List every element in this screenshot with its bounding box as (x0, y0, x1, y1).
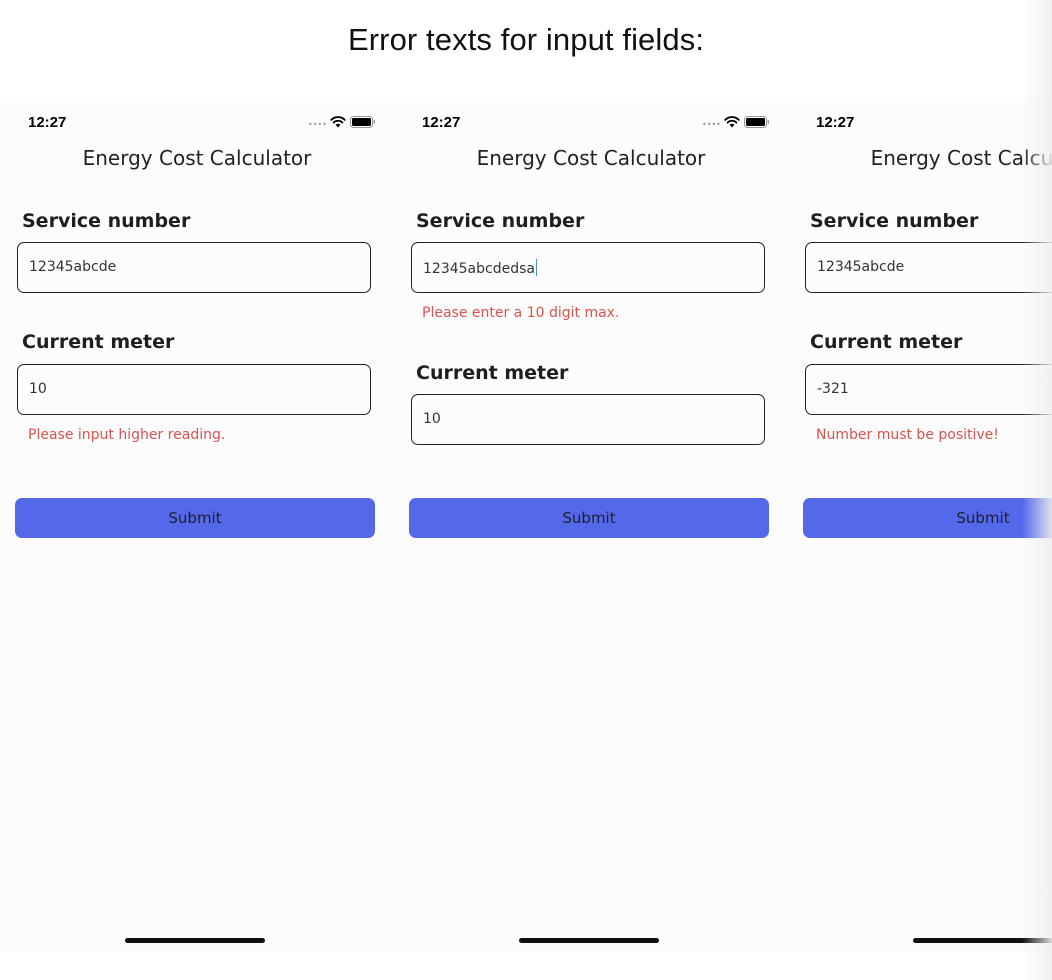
signal-dots-icon: •••• (702, 120, 721, 129)
app-title: Energy Cost Calculator (476, 146, 706, 170)
status-icons: •••• (702, 116, 772, 129)
home-indicator (519, 938, 659, 943)
current-meter-label: Current meter (810, 331, 963, 353)
service-number-value: 12345abcde (817, 259, 905, 275)
current-meter-value: 10 (423, 411, 441, 427)
submit-button[interactable]: Submit (803, 498, 1052, 538)
current-meter-value: -321 (817, 381, 849, 397)
phone-screen-3: 12:27 Energy Cost Calculator Service num… (788, 98, 1052, 952)
battery-icon (350, 116, 375, 128)
service-number-value: 12345abcdedsa (423, 259, 537, 277)
current-meter-label: Current meter (416, 362, 569, 384)
current-meter-input[interactable]: 10 (17, 364, 371, 415)
current-meter-input[interactable]: -321 (805, 364, 1052, 415)
status-icons: •••• (308, 116, 378, 129)
phone-screen-2: 12:27 •••• Energy Cost Calculator Servic… (394, 98, 788, 952)
status-time: 12:27 (28, 114, 67, 131)
service-number-input[interactable]: 12345abcde (17, 242, 371, 293)
home-indicator (125, 938, 265, 943)
text-cursor (535, 259, 537, 276)
status-time: 12:27 (422, 114, 461, 131)
current-meter-input[interactable]: 10 (411, 394, 765, 445)
service-number-label: Service number (810, 210, 979, 232)
signal-dots-icon: •••• (308, 120, 327, 129)
edge-fade (1022, 0, 1052, 980)
battery-icon (744, 116, 769, 128)
submit-button[interactable]: Submit (409, 498, 769, 538)
phone-screen-1: 12:27 •••• Energy Cost Calculator Servic… (0, 98, 394, 952)
service-number-text: 12345abcdedsa (423, 261, 535, 277)
current-meter-error: Number must be positive! (816, 427, 999, 443)
wifi-icon (330, 116, 346, 128)
current-meter-label: Current meter (22, 331, 175, 353)
app-title: Energy Cost Calculator (82, 146, 312, 170)
page-heading: Error texts for input fields: (347, 22, 705, 57)
service-number-input[interactable]: 12345abcdedsa (411, 242, 765, 293)
status-time: 12:27 (816, 114, 855, 131)
current-meter-error: Please input higher reading. (28, 427, 226, 443)
service-number-value: 12345abcde (29, 259, 117, 275)
app-title: Energy Cost Calculator (870, 146, 1052, 170)
current-meter-value: 10 (29, 381, 47, 397)
service-number-error: Please enter a 10 digit max. (422, 305, 620, 321)
service-number-label: Service number (416, 210, 585, 232)
wifi-icon (724, 116, 740, 128)
service-number-input[interactable]: 12345abcde (805, 242, 1052, 293)
service-number-label: Service number (22, 210, 191, 232)
submit-button[interactable]: Submit (15, 498, 375, 538)
